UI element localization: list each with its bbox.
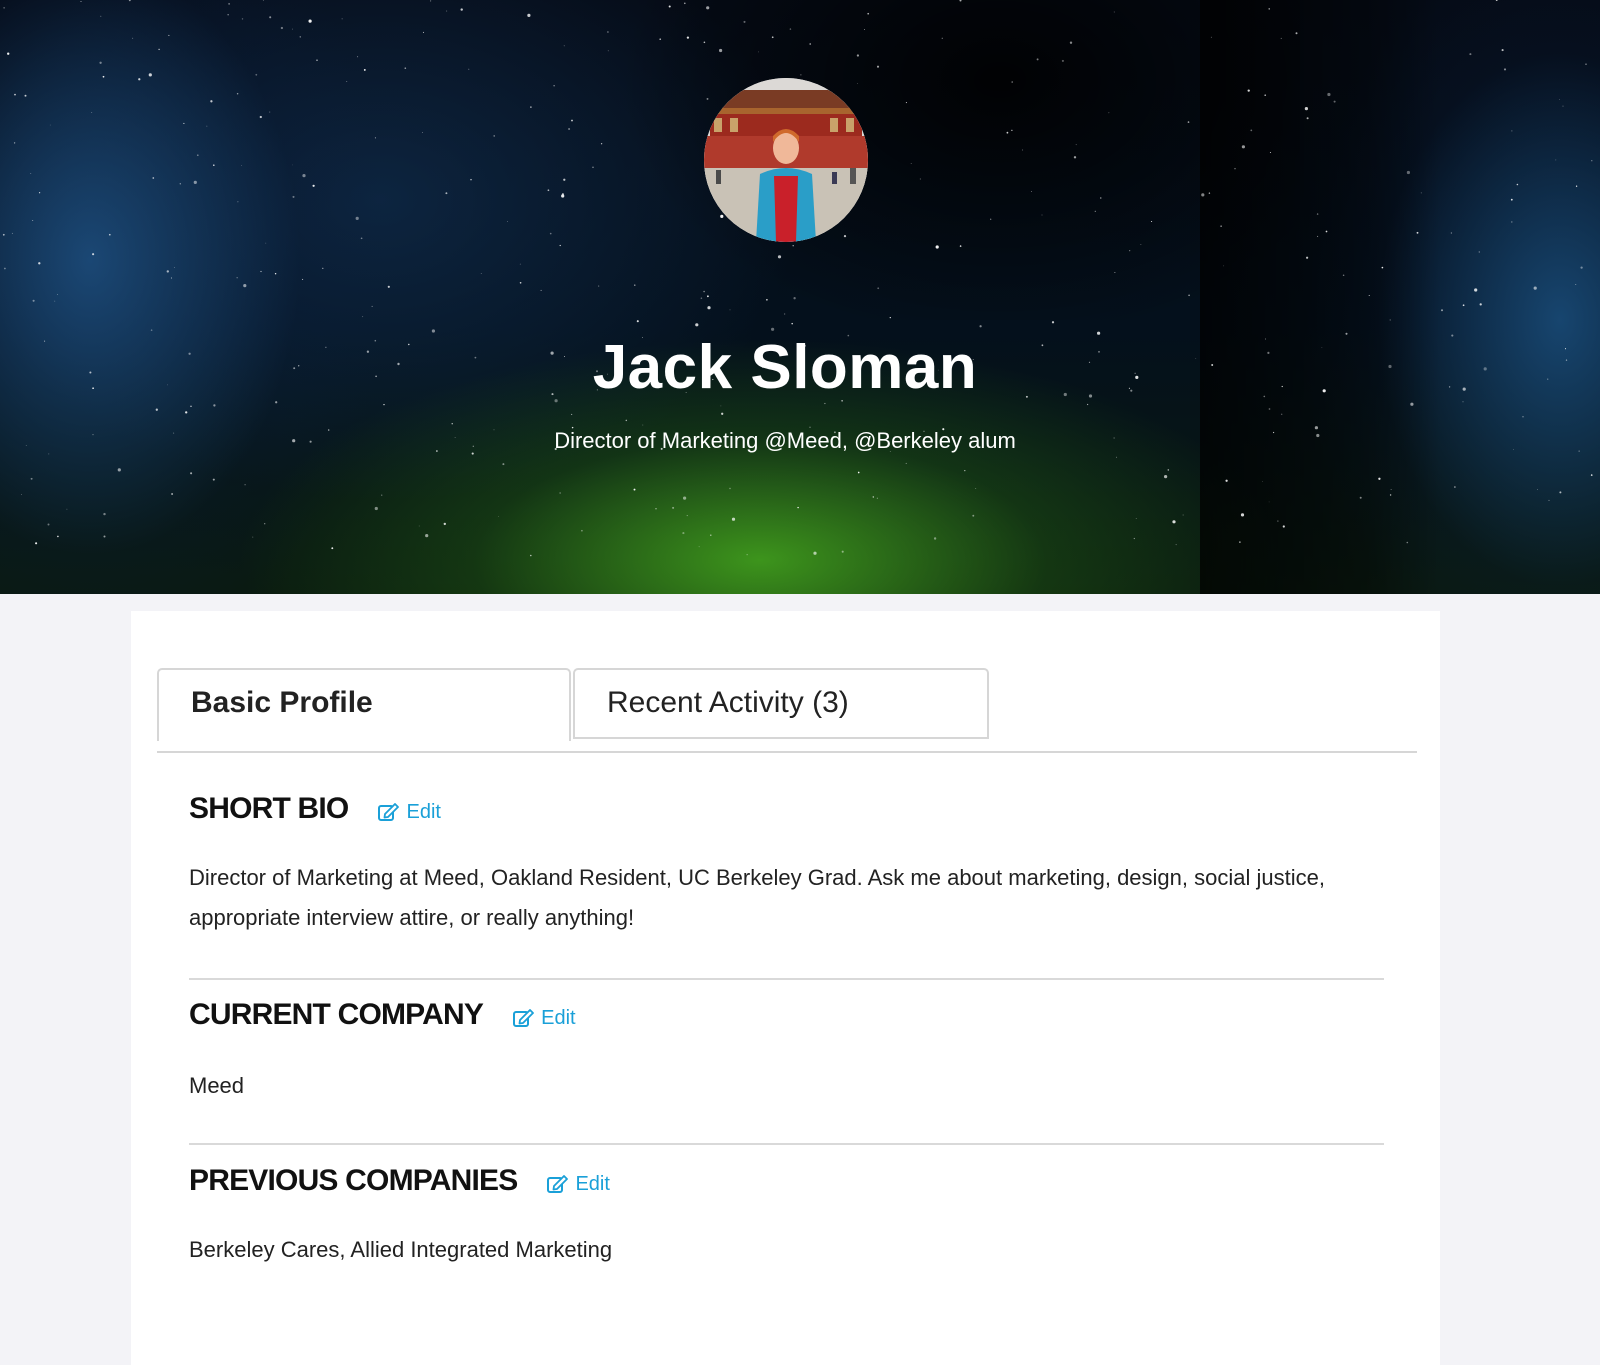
edit-icon [547,1175,569,1193]
tab-basic-profile[interactable]: Basic Profile [157,668,571,741]
tab-recent-activity[interactable]: Recent Activity (3) [573,668,989,739]
profile-headline: Director of Marketing @Meed, @Berkeley a… [554,428,1016,453]
avatar [704,78,868,242]
edit-label: Edit [575,1172,610,1195]
edit-icon [513,1009,535,1027]
current-company-text: Meed [189,1073,245,1098]
edit-label: Edit [541,1006,576,1029]
short-bio-text: Director of Marketing at Meed, Oakland R… [189,865,1325,930]
previous-companies-text: Berkeley Cares, Allied Integrated Market… [189,1237,613,1262]
section-divider [189,978,1384,980]
section-divider [189,1143,1384,1145]
profile-name: Jack Sloman [592,333,978,402]
previous-companies-title: PREVIOUS COMPANIES [189,1164,518,1197]
current-company-title: CURRENT COMPANY [189,998,484,1031]
short-bio-edit-button[interactable]: Edit [378,800,441,824]
profile-card: Basic Profile Recent Activity (3) SHORT … [131,611,1440,1365]
profile-tabs: Basic Profile Recent Activity (3) [157,668,1417,753]
profile-hero-banner: Jack Sloman Director of Marketing @Meed,… [0,0,1600,594]
edit-label: Edit [406,800,441,823]
current-company-section: CURRENT COMPANY Edit Meed [189,995,1384,1106]
current-company-edit-button[interactable]: Edit [513,1006,576,1030]
avatar-photo [704,78,868,242]
short-bio-title: SHORT BIO [189,792,349,825]
edit-icon [378,803,400,821]
previous-companies-section: PREVIOUS COMPANIES Edit Berkeley Cares, … [189,1161,1384,1270]
short-bio-section: SHORT BIO Edit Director of Marketing at … [189,789,1384,938]
previous-companies-edit-button[interactable]: Edit [547,1172,610,1196]
